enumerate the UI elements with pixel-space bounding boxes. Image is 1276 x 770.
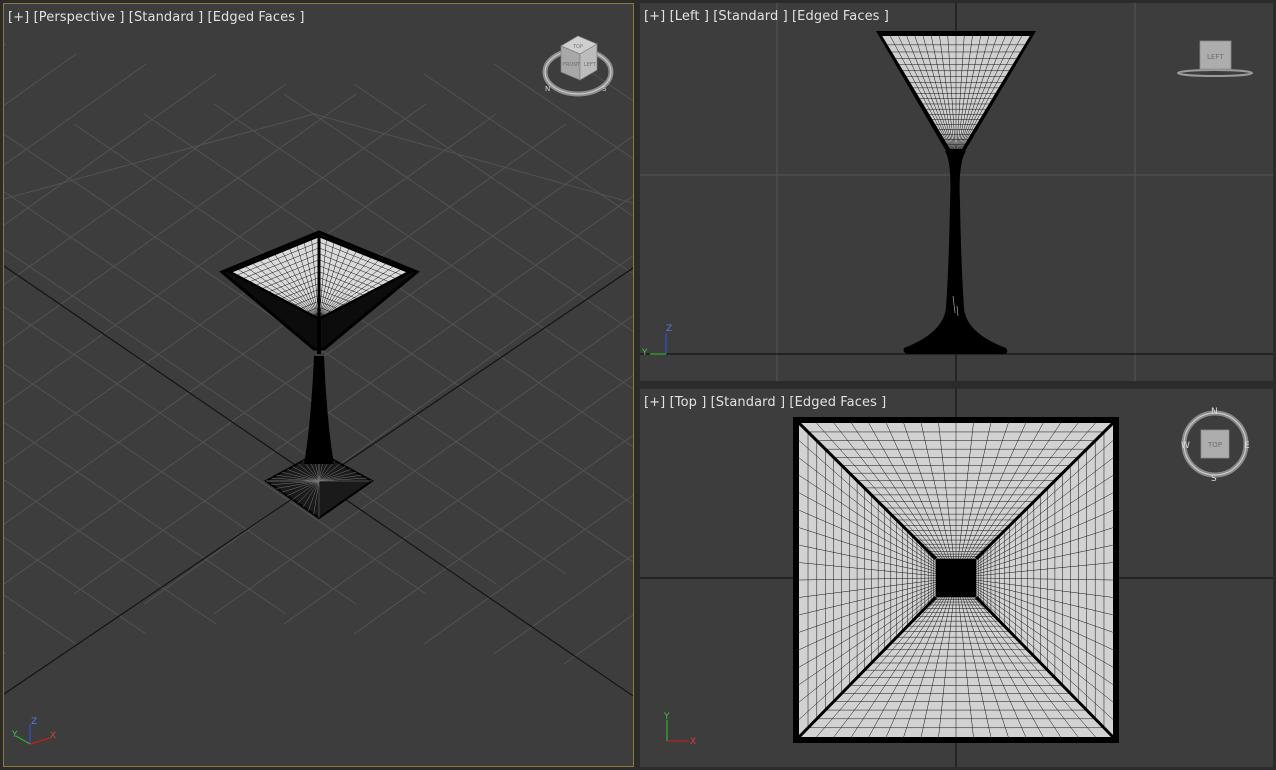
compass-s: S — [1211, 474, 1217, 484]
viewport-shading-menu[interactable]: [Standard ] — [129, 10, 204, 25]
viewcube-compass[interactable]: TOP N S W E — [1181, 407, 1250, 484]
viewport-label-perspective: [+] [Perspective ] [Standard ] [Edged Fa… — [8, 10, 305, 25]
perspective-scene: Z Y X TOP FRONT LEFT N S — [4, 35, 633, 745]
axis-label-y: Y — [641, 348, 648, 358]
viewport-menu-plus[interactable]: [+] — [8, 10, 29, 25]
compass-e: E — [1244, 441, 1250, 451]
viewport-point-of-view-menu[interactable]: [Top ] — [670, 395, 707, 410]
compass-s: S — [602, 85, 607, 93]
compass-w: W — [1181, 441, 1190, 451]
viewcube-face-left: LEFT — [1207, 53, 1224, 61]
viewport-point-of-view-menu[interactable]: [Left ] — [670, 9, 709, 24]
axis-label-x: X — [50, 731, 56, 741]
viewport-point-of-view-menu[interactable]: [Perspective ] — [34, 10, 125, 25]
viewcube-face-front: FRONT — [563, 62, 581, 68]
top-scene: Y X TOP N S W E — [640, 389, 1273, 767]
axis-label-x: X — [690, 737, 696, 747]
viewport-label-top: [+] [Top ] [Standard ] [Edged Faces ] — [644, 395, 886, 410]
viewcube[interactable]: LEFT — [1177, 40, 1253, 77]
compass-n: N — [1211, 407, 1218, 417]
compass-n: N — [545, 85, 550, 93]
viewport-shading-menu[interactable]: [Standard ] — [713, 9, 788, 24]
axis-tripod: Z Y X — [11, 717, 56, 745]
viewport-top[interactable]: [+] [Top ] [Standard ] [Edged Faces ] Y … — [640, 389, 1273, 767]
viewport-menu-plus[interactable]: [+] — [644, 9, 665, 24]
viewport-label-left: [+] [Left ] [Standard ] [Edged Faces ] — [644, 9, 889, 24]
viewport-faces-menu[interactable]: [Edged Faces ] — [208, 10, 305, 25]
axis-label-y: Y — [663, 712, 670, 722]
viewport-perspective[interactable]: [+] [Perspective ] [Standard ] [Edged Fa… — [3, 3, 634, 767]
viewport-left[interactable]: [+] [Left ] [Standard ] [Edged Faces ] Z… — [640, 3, 1273, 381]
viewcube-face-top: TOP — [572, 44, 583, 50]
axis-label-y: Y — [11, 730, 18, 740]
martini-glass-model[interactable] — [876, 31, 1036, 354]
axis-label-z: Z — [666, 324, 672, 334]
axis-label-z: Z — [31, 717, 37, 727]
viewport-faces-menu[interactable]: [Edged Faces ] — [792, 9, 889, 24]
axis-tripod: Y X — [663, 712, 696, 747]
viewport-faces-menu[interactable]: [Edged Faces ] — [789, 395, 886, 410]
viewcube[interactable]: TOP FRONT LEFT N S — [542, 35, 614, 97]
left-scene: Z Y LEFT — [640, 3, 1273, 381]
viewcube-face-left: LEFT — [584, 62, 597, 68]
viewport-shading-menu[interactable]: [Standard ] — [711, 395, 786, 410]
viewport-menu-plus[interactable]: [+] — [644, 395, 665, 410]
viewcube-face-top: TOP — [1207, 441, 1222, 449]
axis-tripod: Z Y — [641, 324, 672, 358]
martini-glass-model[interactable] — [793, 417, 1119, 743]
